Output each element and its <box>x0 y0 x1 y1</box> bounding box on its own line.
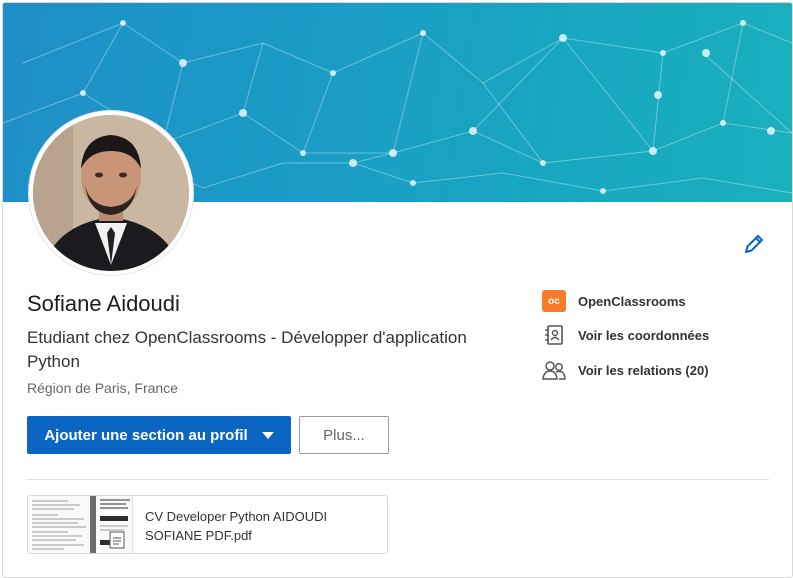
connections-label: Voir les relations (20) <box>578 362 709 378</box>
document-title: CV Developer Python AIDOUDI SOFIANE PDF.… <box>145 509 328 543</box>
profile-headline: Etudiant chez OpenClassrooms - Développe… <box>27 328 467 371</box>
add-profile-section-label: Ajouter une section au profil <box>44 426 248 444</box>
people-icon <box>542 361 566 380</box>
pencil-icon <box>745 235 763 253</box>
profile-card: Sofiane Aidoudi Etudiant chez OpenClassr… <box>2 2 793 578</box>
section-divider <box>27 479 769 480</box>
caret-down-icon <box>261 431 274 439</box>
connections-link[interactable]: Voir les relations (20) <box>541 359 709 381</box>
current-company-link[interactable]: oc OpenClassrooms <box>541 290 686 312</box>
featured-document[interactable]: CV Developer Python AIDOUDI SOFIANE PDF.… <box>27 495 388 554</box>
contact-info-link[interactable]: Voir les coordonnées <box>541 324 709 346</box>
profile-photo <box>33 115 189 271</box>
contact-info-label: Voir les coordonnées <box>578 327 710 343</box>
current-company-label: OpenClassrooms <box>578 293 686 309</box>
profile-name: Sofiane Aidoudi <box>27 291 180 316</box>
profile-location: Région de Paris, France <box>27 380 178 396</box>
document-thumbnail <box>28 496 133 553</box>
document-preview-graphic <box>28 496 132 553</box>
edit-profile-button[interactable] <box>741 231 767 257</box>
add-profile-section-button[interactable]: Ajouter une section au profil <box>27 416 291 454</box>
openclassrooms-logo-icon: oc <box>542 290 566 312</box>
profile-avatar[interactable] <box>29 111 193 275</box>
more-button[interactable]: Plus... <box>299 416 389 454</box>
address-book-icon <box>545 325 563 345</box>
